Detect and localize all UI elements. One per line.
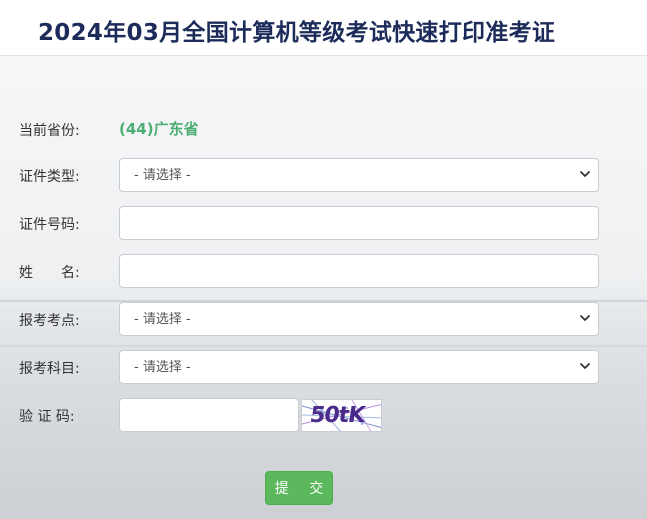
id-type-select[interactable]: - 请选择 - bbox=[119, 158, 599, 192]
captcha-label: 验 证 码: bbox=[19, 409, 75, 425]
exam-site-label: 报考考点: bbox=[19, 313, 80, 329]
province-row: 当前省份: (44)广东省 bbox=[0, 112, 647, 146]
background-line bbox=[0, 345, 647, 347]
name-input[interactable] bbox=[119, 254, 599, 288]
id-number-row: 证件号码: bbox=[0, 206, 647, 240]
exam-site-select[interactable]: - 请选择 - bbox=[119, 302, 599, 336]
captcha-row: 验 证 码: 50tK bbox=[0, 398, 647, 432]
exam-subject-select[interactable]: - 请选择 - bbox=[119, 350, 599, 384]
captcha-image[interactable]: 50tK bbox=[301, 399, 382, 432]
id-type-row: 证件类型: - 请选择 - bbox=[0, 158, 647, 192]
header-bar: 2024年03月全国计算机等级考试快速打印准考证 bbox=[0, 0, 647, 56]
province-label: 当前省份: bbox=[19, 123, 80, 139]
exam-subject-label: 报考科目: bbox=[19, 361, 80, 377]
exam-subject-select-wrapper[interactable]: - 请选择 - bbox=[119, 350, 599, 384]
id-type-select-wrapper[interactable]: - 请选择 - bbox=[119, 158, 599, 192]
submit-button[interactable]: 提 交 bbox=[265, 471, 333, 505]
id-number-label: 证件号码: bbox=[19, 217, 80, 233]
captcha-input[interactable] bbox=[119, 398, 299, 432]
name-row: 姓 名: bbox=[0, 254, 647, 288]
id-number-input[interactable] bbox=[119, 206, 599, 240]
id-type-label: 证件类型: bbox=[19, 169, 80, 185]
exam-subject-row: 报考科目: - 请选择 - bbox=[0, 350, 647, 384]
name-label: 姓 名: bbox=[19, 265, 80, 281]
province-value: (44)广东省 bbox=[119, 120, 199, 138]
page-title: 2024年03月全国计算机等级考试快速打印准考证 bbox=[38, 20, 556, 46]
exam-site-select-wrapper[interactable]: - 请选择 - bbox=[119, 302, 599, 336]
captcha-text: 50tK bbox=[308, 403, 366, 428]
exam-site-row: 报考考点: - 请选择 - bbox=[0, 302, 647, 336]
